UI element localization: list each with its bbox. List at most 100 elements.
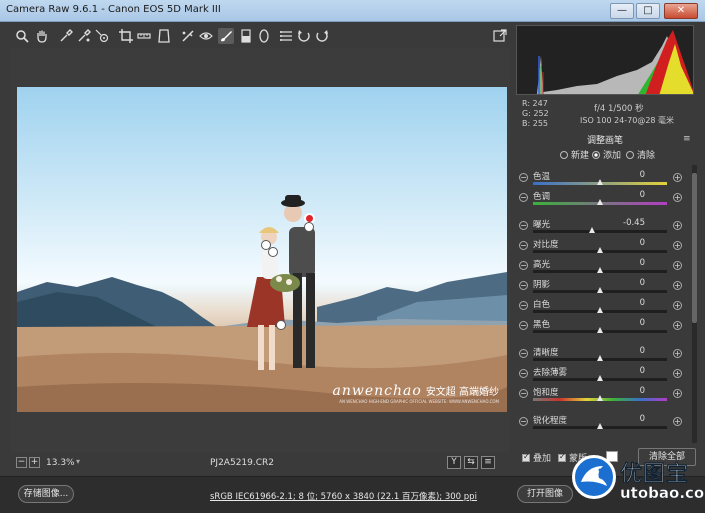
plus-icon[interactable]: +: [673, 241, 682, 250]
slider-value[interactable]: -0.45: [605, 218, 645, 228]
plus-icon[interactable]: +: [673, 193, 682, 202]
zoom-out-button[interactable]: −: [16, 457, 27, 468]
plus-icon[interactable]: +: [673, 349, 682, 358]
radio-icon[interactable]: [560, 151, 568, 159]
preview-area: anwenchao 安文超 高端婚纱 AN WENCHAO HIGH-END GR…: [10, 48, 510, 452]
before-after-button[interactable]: Y: [447, 456, 461, 469]
checkbox-icon[interactable]: [522, 452, 530, 462]
slider-value[interactable]: 0: [605, 238, 645, 248]
slider-value[interactable]: 0: [605, 346, 645, 356]
plus-icon[interactable]: +: [673, 221, 682, 230]
plus-icon[interactable]: +: [673, 321, 682, 330]
minus-icon[interactable]: −: [519, 389, 528, 398]
brush-pin[interactable]: [276, 320, 286, 330]
slider-value[interactable]: 0: [605, 170, 645, 180]
slider-value[interactable]: 0: [605, 366, 645, 376]
slider-thumb[interactable]: [597, 287, 603, 293]
rotate-right-icon[interactable]: [314, 28, 330, 44]
slider-value[interactable]: 0: [605, 414, 645, 424]
scrollbar-handle[interactable]: [692, 173, 697, 323]
radio-icon[interactable]: [626, 151, 634, 159]
slider-value[interactable]: 0: [605, 318, 645, 328]
minimize-button[interactable]: —: [610, 3, 634, 19]
minus-icon[interactable]: −: [519, 173, 528, 182]
graduated-filter-icon[interactable]: [238, 28, 254, 44]
plus-icon[interactable]: +: [673, 369, 682, 378]
zoom-icon[interactable]: [14, 28, 30, 44]
slider-thumb[interactable]: [597, 423, 603, 429]
workflow-options-link[interactable]: sRGB IEC61966-2.1; 8 位; 5760 x 3840 (22.…: [210, 490, 477, 502]
zoom-level[interactable]: 13.3%: [46, 458, 75, 468]
open-image-button[interactable]: 打开图像: [517, 485, 573, 503]
slider-thumb[interactable]: [597, 267, 603, 273]
minus-icon[interactable]: −: [519, 241, 528, 250]
checkbox-icon[interactable]: [558, 452, 566, 462]
plus-icon[interactable]: +: [673, 389, 682, 398]
red-eye-icon[interactable]: [198, 28, 214, 44]
minus-icon[interactable]: −: [519, 221, 528, 230]
radio-icon[interactable]: [592, 151, 600, 159]
slider-value[interactable]: 0: [605, 278, 645, 288]
close-button[interactable]: ✕: [664, 3, 698, 19]
plus-icon[interactable]: +: [673, 261, 682, 270]
slider-value[interactable]: 0: [605, 190, 645, 200]
zoom-in-button[interactable]: +: [29, 457, 40, 468]
brush-pin[interactable]: [304, 222, 314, 232]
photo-canvas[interactable]: anwenchao 安文超 高端婚纱 AN WENCHAO HIGH-END GR…: [17, 87, 507, 412]
slider-row: − 阴影 0 +: [513, 277, 691, 297]
plus-icon[interactable]: +: [673, 417, 682, 426]
hand-icon[interactable]: [34, 28, 50, 44]
minus-icon[interactable]: −: [519, 349, 528, 358]
minus-icon[interactable]: −: [519, 417, 528, 426]
swap-view-button[interactable]: ⇆: [464, 456, 478, 469]
rgb-b: B: 255: [522, 119, 548, 128]
plus-icon[interactable]: +: [673, 281, 682, 290]
panel-menu-icon[interactable]: ≡: [683, 134, 691, 144]
slider-thumb[interactable]: [597, 375, 603, 381]
mode-erase[interactable]: 清除: [626, 148, 655, 161]
color-sampler-icon[interactable]: [76, 28, 92, 44]
overlay-checkbox[interactable]: 叠加: [522, 451, 551, 464]
slider-thumb[interactable]: [597, 355, 603, 361]
adjustment-brush-icon[interactable]: [218, 28, 234, 44]
minus-icon[interactable]: −: [519, 193, 528, 202]
save-image-button[interactable]: 存储图像...: [18, 485, 74, 503]
slider-thumb[interactable]: [597, 199, 603, 205]
slider-value[interactable]: 0: [605, 386, 645, 396]
fullscreen-icon[interactable]: [492, 28, 508, 44]
slider-thumb[interactable]: [597, 327, 603, 333]
slider-thumb[interactable]: [597, 179, 603, 185]
minus-icon[interactable]: −: [519, 321, 528, 330]
targeted-adjust-icon[interactable]: [94, 28, 110, 44]
slider-value[interactable]: 0: [605, 298, 645, 308]
minus-icon[interactable]: −: [519, 369, 528, 378]
rotate-left-icon[interactable]: [296, 28, 312, 44]
slider-track[interactable]: [533, 230, 667, 233]
panel-scrollbar[interactable]: [692, 165, 697, 443]
plus-icon[interactable]: +: [673, 301, 682, 310]
window-title: Camera Raw 9.6.1 - Canon EOS 5D Mark III: [6, 4, 221, 15]
spot-removal-icon[interactable]: [180, 28, 196, 44]
minus-icon[interactable]: −: [519, 281, 528, 290]
minus-icon[interactable]: −: [519, 301, 528, 310]
slider-thumb[interactable]: [597, 307, 603, 313]
slider-value[interactable]: 0: [605, 258, 645, 268]
slider-row: − 色温 0 +: [513, 169, 691, 189]
mode-add[interactable]: 添加: [592, 148, 621, 161]
zoom-dropdown[interactable]: ▾: [76, 457, 80, 466]
minus-icon[interactable]: −: [519, 261, 528, 270]
straighten-icon[interactable]: [136, 28, 152, 44]
radial-filter-icon[interactable]: [256, 28, 272, 44]
slider-thumb[interactable]: [597, 247, 603, 253]
plus-icon[interactable]: +: [673, 173, 682, 182]
preferences-icon[interactable]: [278, 28, 294, 44]
crop-icon[interactable]: [118, 28, 134, 44]
transform-icon[interactable]: [156, 28, 172, 44]
mode-new[interactable]: 新建: [560, 148, 589, 161]
maximize-button[interactable]: □: [636, 3, 660, 19]
view-settings-button[interactable]: ≡: [481, 456, 495, 469]
slider-thumb[interactable]: [597, 395, 603, 401]
slider-thumb[interactable]: [588, 227, 595, 233]
white-balance-icon[interactable]: [58, 28, 74, 44]
brush-pin[interactable]: [268, 247, 278, 257]
